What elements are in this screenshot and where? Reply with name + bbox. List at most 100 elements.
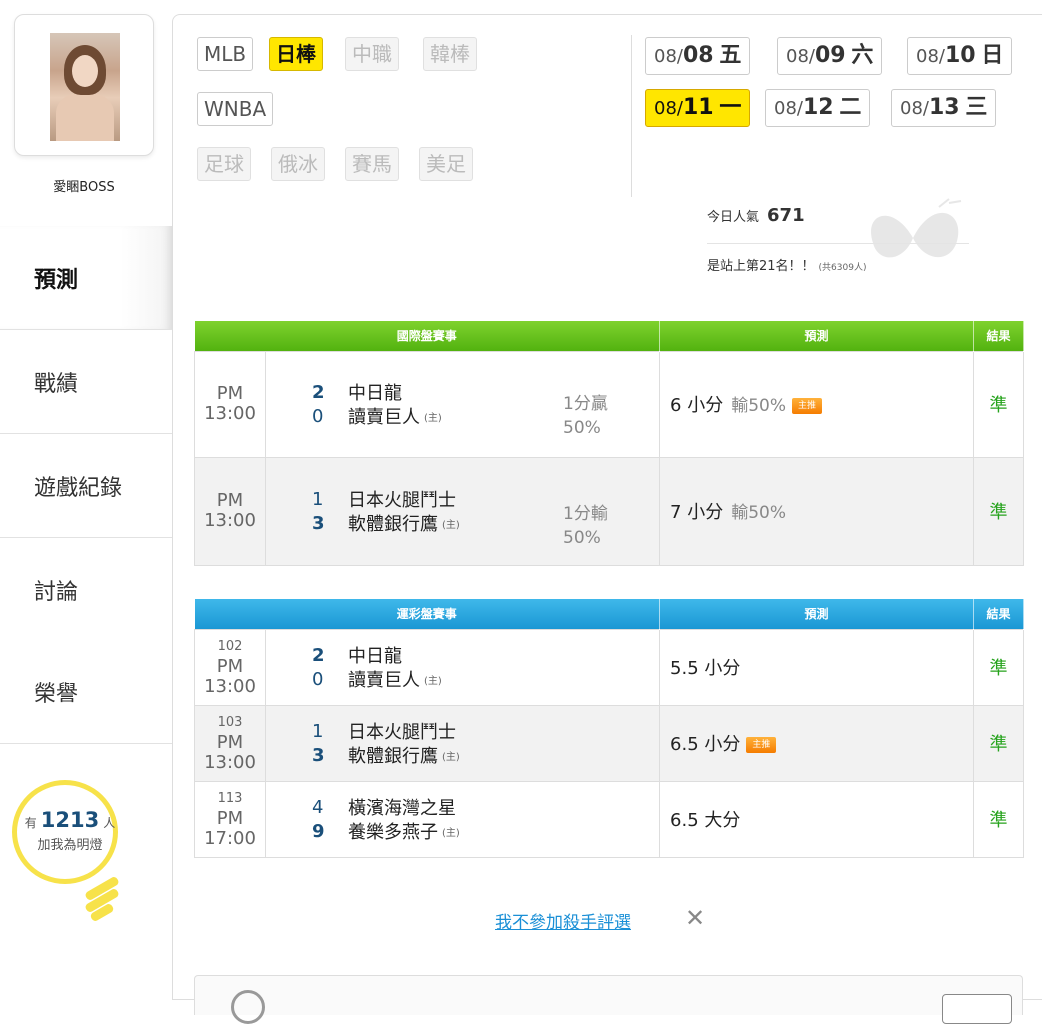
- game-number-time: 113 PM 17:00: [194, 780, 266, 858]
- matchup: 2 中日龍 0 讀賣巨人 (主) 1分贏 50%: [264, 350, 661, 458]
- host-mark: (主): [442, 827, 460, 839]
- home-score: 3: [312, 512, 325, 534]
- table-row[interactable]: PM 13:00 2 中日龍 0 讀賣巨人 (主) 1分贏 50% 6 小分 輸50% 主推…: [194, 350, 1025, 458]
- site-rank: 是站上第21名！！ (共6309人): [707, 259, 867, 274]
- host-mark: (主): [442, 751, 460, 763]
- result: 準: [973, 628, 1025, 706]
- host-mark: (主): [424, 675, 442, 687]
- away-team[interactable]: 日本火腿鬥士: [348, 718, 456, 744]
- close-icon[interactable]: ✕: [685, 904, 705, 932]
- intl-games-table: 國際盤賽事 預測 結果 PM 13:00 2 中日龍 0 讀賣巨人 (主) 1分贏 50…: [194, 321, 1025, 566]
- header-lottery-games: 運彩盤賽事: [194, 599, 661, 629]
- handicap-line: 1分輸 50%: [563, 503, 608, 548]
- game-number-time: 103 PM 13:00: [194, 704, 266, 782]
- away-team[interactable]: 橫濱海灣之星: [348, 794, 456, 820]
- table-row[interactable]: 102 PM 13:00 2 中日龍 0 讀賣巨人 (主) 5.5 小分 準: [194, 628, 1025, 706]
- home-team[interactable]: 軟體銀行鷹: [348, 510, 438, 536]
- away-team[interactable]: 中日龍: [348, 642, 402, 668]
- popularity: 今日人氣 671: [707, 205, 805, 226]
- date-0809[interactable]: 08/09 六: [777, 37, 883, 75]
- game-time: PM 13:00: [194, 350, 266, 458]
- filter-horse-racing: 賽馬: [345, 147, 399, 181]
- home-score: 9: [312, 820, 325, 842]
- table-row[interactable]: PM 13:00 1 日本火腿鬥士 3 軟體銀行鷹 (主) 1分輸 50% 7 小分 輸5…: [194, 456, 1025, 566]
- home-score: 0: [312, 668, 324, 690]
- header-prediction: 預測: [659, 599, 975, 629]
- follow-lightbulb[interactable]: 有 1213 人 加我為明燈: [12, 780, 130, 930]
- divider: [707, 243, 969, 244]
- home-score: 0: [312, 405, 324, 427]
- date-0811[interactable]: 08/11 一: [645, 89, 751, 127]
- avatar[interactable]: [50, 33, 120, 141]
- target-icon: [231, 990, 265, 1024]
- away-team[interactable]: 日本火腿鬥士: [348, 486, 456, 512]
- prediction: 6.5 小分 主推: [659, 704, 975, 782]
- game-time: PM 13:00: [194, 456, 266, 566]
- prediction: 5.5 小分: [659, 628, 975, 706]
- away-score: 2: [312, 644, 325, 666]
- divider: [631, 35, 632, 197]
- result: 準: [973, 704, 1025, 782]
- nav-item-game-log[interactable]: 遊戲紀錄: [0, 434, 172, 538]
- matchup: 1 日本火腿鬥士 3 軟體銀行鷹 (主) 1分輸 50%: [264, 456, 661, 566]
- table-header: 國際盤賽事 預測 結果: [194, 321, 1025, 351]
- butterfly-decoration-icon: [871, 198, 962, 258]
- home-team[interactable]: 讀賣巨人: [348, 403, 420, 429]
- host-mark: (主): [442, 519, 460, 531]
- result: 準: [973, 456, 1025, 566]
- lightbulb-icon: [12, 780, 118, 884]
- filter-american-football: 美足: [419, 147, 473, 181]
- lottery-games-table: 運彩盤賽事 預測 結果 102 PM 13:00 2 中日龍 0 讀賣巨人 (主) 5.…: [194, 599, 1025, 858]
- filter-wnba[interactable]: WNBA: [197, 92, 274, 126]
- opt-out-killer-vote-link[interactable]: 我不參加殺手評選: [495, 908, 631, 933]
- profile-name[interactable]: 愛睏BOSS: [14, 176, 154, 195]
- header-intl-games: 國際盤賽事: [194, 321, 661, 351]
- result: 準: [973, 350, 1025, 458]
- nav-item-discussion[interactable]: 討論: [0, 538, 172, 642]
- home-team[interactable]: 軟體銀行鷹: [348, 742, 438, 768]
- away-score: 4: [312, 796, 324, 818]
- nav-item-record[interactable]: 戰績: [0, 330, 172, 434]
- matchup: 4 橫濱海灣之星 9 養樂多燕子 (主): [264, 780, 661, 858]
- away-score: 1: [312, 488, 324, 510]
- date-0812[interactable]: 08/12 二: [765, 89, 871, 127]
- result: 準: [973, 780, 1025, 858]
- main-pick-badge: 主推: [792, 398, 822, 414]
- home-team[interactable]: 養樂多燕子: [348, 818, 438, 844]
- home-score: 3: [312, 744, 325, 766]
- away-score: 2: [312, 381, 325, 403]
- date-0813[interactable]: 08/13 三: [891, 89, 997, 127]
- handicap-line: 1分贏 50%: [563, 393, 608, 438]
- submit-button[interactable]: [942, 994, 1012, 1024]
- table-row[interactable]: 113 PM 17:00 4 橫濱海灣之星 9 養樂多燕子 (主) 6.5 大分 準: [194, 780, 1025, 858]
- lightbulb-base-icon: [84, 875, 124, 924]
- sidebar: 愛睏BOSS 預測 戰績 遊戲紀錄 討論 榮譽 有 1213 人 加我為明燈: [0, 0, 172, 1000]
- date-0810[interactable]: 08/10 日: [907, 37, 1013, 75]
- filter-mlb[interactable]: MLB: [197, 37, 254, 71]
- follow-label: 加我為明燈: [37, 838, 103, 853]
- prediction: 6.5 大分: [659, 780, 975, 858]
- filter-cpbl: 中職: [345, 37, 399, 71]
- table-row[interactable]: 103 PM 13:00 1 日本火腿鬥士 3 軟體銀行鷹 (主) 6.5 小分 主推 準: [194, 704, 1025, 782]
- table-header: 運彩盤賽事 預測 結果: [194, 599, 1025, 629]
- prediction: 7 小分 輸50%: [659, 456, 975, 566]
- nav-item-predict[interactable]: 預測: [0, 226, 172, 330]
- filter-soccer: 足球: [197, 147, 251, 181]
- home-team[interactable]: 讀賣巨人: [348, 666, 420, 692]
- fans-count: 有 1213 人: [24, 808, 116, 832]
- away-score: 1: [312, 720, 324, 742]
- matchup: 2 中日龍 0 讀賣巨人 (主): [264, 628, 661, 706]
- host-mark: (主): [424, 412, 442, 424]
- header-prediction: 預測: [659, 321, 975, 351]
- away-team[interactable]: 中日龍: [348, 379, 402, 405]
- main-pick-badge: 主推: [746, 737, 777, 753]
- filter-npb[interactable]: 日棒: [269, 37, 323, 71]
- comment-box: [194, 975, 1023, 1024]
- header-result: 結果: [973, 599, 1025, 629]
- header-result: 結果: [973, 321, 1025, 351]
- nav-item-honor[interactable]: 榮譽: [0, 640, 172, 744]
- profile-card[interactable]: [14, 14, 154, 156]
- date-0808[interactable]: 08/08 五: [645, 37, 751, 75]
- game-number-time: 102 PM 13:00: [194, 628, 266, 706]
- filter-kbo: 韓棒: [423, 37, 477, 71]
